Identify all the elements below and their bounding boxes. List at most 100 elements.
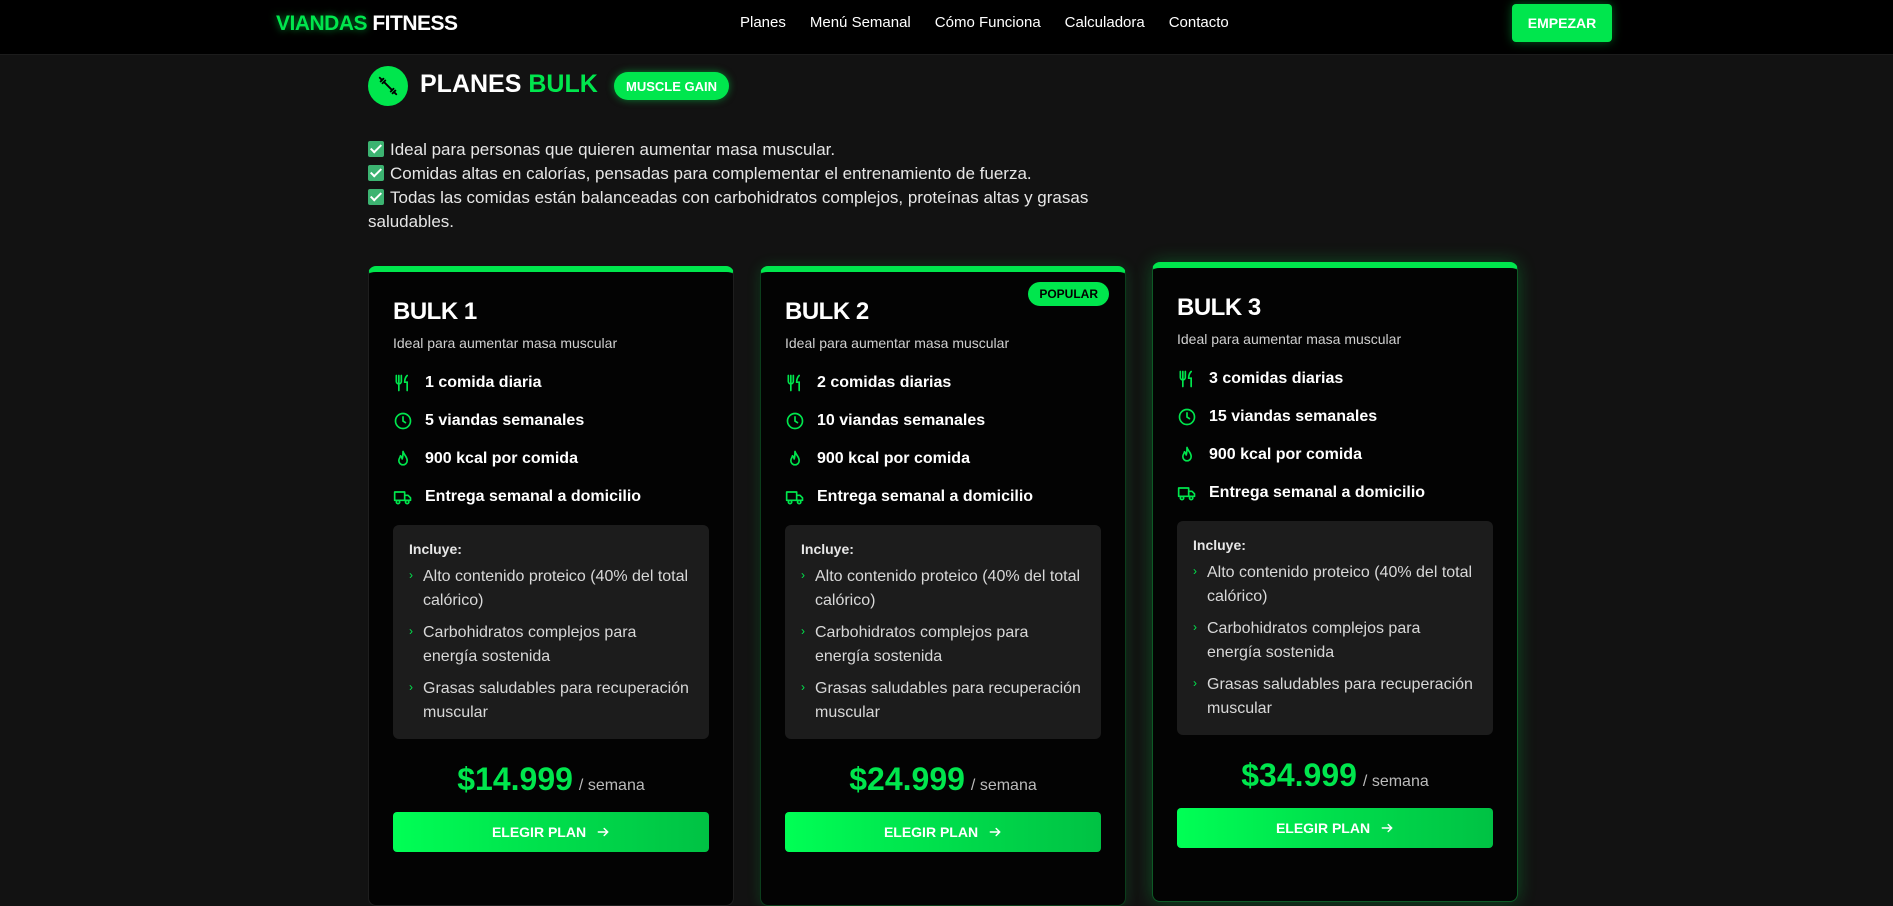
muscle-gain-badge: MUSCLE GAIN xyxy=(614,72,729,100)
check-icon xyxy=(368,165,384,181)
truck-icon xyxy=(393,491,412,505)
includes-panel: Incluye: › Alto contenido proteico (40% d… xyxy=(1177,521,1493,735)
feature-text: Entrega semanal a domicilio xyxy=(1209,484,1426,501)
utensils-icon xyxy=(787,374,800,392)
includes-item: › Alto contenido proteico (40% del total … xyxy=(409,565,693,613)
truck-icon xyxy=(785,491,804,505)
price-period: / semana xyxy=(578,777,645,794)
choose-plan-button[interactable]: ELEGIR PLAN xyxy=(1177,808,1493,848)
top-navbar: VIANDAS FITNESS Planes Menú Semanal Cómo… xyxy=(0,0,1893,55)
plan-description: Ideal para aumentar masa muscular xyxy=(393,335,618,351)
dumbbell-icon xyxy=(368,66,408,106)
includes-title: Incluye: xyxy=(801,541,854,557)
feature-weekly: 10 viandas semanales xyxy=(785,411,1101,431)
includes-title: Incluye: xyxy=(1193,537,1246,553)
feature-text: Entrega semanal a domicilio xyxy=(817,488,1034,505)
feature-text: 15 viandas semanales xyxy=(1209,408,1378,425)
feature-meals: 1 comida diaria xyxy=(393,373,709,393)
feature-delivery: Entrega semanal a domicilio xyxy=(393,487,709,507)
plan-price: $34.999 xyxy=(1241,757,1357,793)
plan-name: BULK 3 xyxy=(1177,294,1261,321)
choose-plan-label: ELEGIR PLAN xyxy=(883,824,979,840)
choose-plan-button[interactable]: ELEGIR PLAN xyxy=(393,812,709,852)
plan-name: BULK 2 xyxy=(785,298,869,325)
choose-plan-label: ELEGIR PLAN xyxy=(491,824,587,840)
includes-item: › Grasas saludables para recuperación mus… xyxy=(409,677,693,725)
feature-text: 10 viandas semanales xyxy=(817,412,986,429)
nav-menu: Planes Menú Semanal Cómo Funciona Calcul… xyxy=(740,14,1229,31)
includes-item: › Grasas saludables para recuperación mus… xyxy=(801,677,1085,725)
includes-item: › Carbohidratos complejos para energía so… xyxy=(409,621,693,669)
includes-item: › Alto contenido proteico (40% del total … xyxy=(801,565,1085,613)
arrow-right-icon xyxy=(1381,823,1393,833)
feature-kcal: 900 kcal por comida xyxy=(1177,445,1493,465)
nav-link-calculadora[interactable]: Calculadora xyxy=(1065,14,1145,31)
nav-link-planes[interactable]: Planes xyxy=(740,14,786,31)
feature-meals: 2 comidas diarias xyxy=(785,373,1101,393)
plan-card-bulk-2: POPULAR BULK 2 Ideal para aumentar masa … xyxy=(760,266,1126,906)
includes-panel: Incluye: › Alto contenido proteico (40% d… xyxy=(785,525,1101,739)
includes-text: Grasas saludables para recuperación musc… xyxy=(423,680,689,721)
nav-link-menu-semanal[interactable]: Menú Semanal xyxy=(810,14,911,31)
logo-text-green: VIANDAS xyxy=(276,12,368,35)
section-title-green: BULK xyxy=(528,70,598,98)
feature-weekly: 5 viandas semanales xyxy=(393,411,709,431)
chevron-right-icon: › xyxy=(801,680,805,694)
arrow-right-icon xyxy=(989,827,1001,837)
chevron-right-icon: › xyxy=(409,624,413,638)
clock-icon xyxy=(786,412,804,430)
choose-plan-button[interactable]: ELEGIR PLAN xyxy=(785,812,1101,852)
truck-icon xyxy=(1177,487,1196,501)
includes-text: Alto contenido proteico (40% del total c… xyxy=(423,568,689,609)
utensils-icon xyxy=(395,374,408,392)
plan-description: Ideal para aumentar masa muscular xyxy=(785,335,1010,351)
brand-logo[interactable]: VIANDAS FITNESS xyxy=(276,12,458,36)
feature-text: 5 viandas semanales xyxy=(425,412,585,429)
flame-icon xyxy=(1182,446,1192,462)
includes-item: › Carbohidratos complejos para energía so… xyxy=(1193,617,1477,665)
plan-card-bulk-3: BULK 3 Ideal para aumentar masa muscular… xyxy=(1152,262,1518,902)
choose-plan-label: ELEGIR PLAN xyxy=(1275,820,1371,836)
utensils-icon xyxy=(1179,370,1192,388)
flame-icon xyxy=(398,450,408,466)
feature-text: 900 kcal por comida xyxy=(1209,446,1362,463)
includes-title: Incluye: xyxy=(409,541,462,557)
chevron-right-icon: › xyxy=(801,568,805,582)
feature-kcal: 900 kcal por comida xyxy=(785,449,1101,469)
price-row: $14.999 / semana xyxy=(393,761,709,798)
flame-icon xyxy=(790,450,800,466)
bullet-text: Ideal para personas que quieren aumentar… xyxy=(390,140,836,159)
nav-link-como-funciona[interactable]: Cómo Funciona xyxy=(935,14,1041,31)
plan-price: $24.999 xyxy=(849,761,965,797)
chevron-right-icon: › xyxy=(1193,620,1197,634)
feature-text: 3 comidas diarias xyxy=(1209,370,1344,387)
chevron-right-icon: › xyxy=(1193,564,1197,578)
includes-text: Carbohidratos complejos para energía sos… xyxy=(1207,620,1421,661)
bullet-item: Comidas altas en calorías, pensadas para… xyxy=(368,162,1108,186)
logo-text-white: FITNESS xyxy=(372,12,458,35)
section-title-white: PLANES xyxy=(420,70,522,98)
chevron-right-icon: › xyxy=(409,568,413,582)
section-title: PLANES BULK xyxy=(420,70,598,99)
plan-description: Ideal para aumentar masa muscular xyxy=(1177,331,1402,347)
includes-text: Carbohidratos complejos para energía sos… xyxy=(815,624,1029,665)
plan-card-bulk-1: BULK 1 Ideal para aumentar masa muscular… xyxy=(368,266,734,906)
nav-link-contacto[interactable]: Contacto xyxy=(1169,14,1229,31)
bullet-item: Todas las comidas están balanceadas con … xyxy=(368,186,1108,234)
feature-text: 1 comida diaria xyxy=(425,374,542,391)
includes-text: Carbohidratos complejos para energía sos… xyxy=(423,624,637,665)
includes-text: Grasas saludables para recuperación musc… xyxy=(1207,676,1473,717)
clock-icon xyxy=(394,412,412,430)
start-button[interactable]: EMPEZAR xyxy=(1512,4,1612,42)
includes-item: › Alto contenido proteico (40% del total … xyxy=(1193,561,1477,609)
price-period: / semana xyxy=(1362,773,1429,790)
bullet-text: Comidas altas en calorías, pensadas para… xyxy=(390,164,1032,183)
chevron-right-icon: › xyxy=(409,680,413,694)
plan-price: $14.999 xyxy=(457,761,573,797)
section-bullets: Ideal para personas que quieren aumentar… xyxy=(368,138,1108,234)
feature-delivery: Entrega semanal a domicilio xyxy=(785,487,1101,507)
chevron-right-icon: › xyxy=(1193,676,1197,690)
feature-text: 2 comidas diarias xyxy=(817,374,952,391)
check-icon xyxy=(368,189,384,205)
feature-weekly: 15 viandas semanales xyxy=(1177,407,1493,427)
